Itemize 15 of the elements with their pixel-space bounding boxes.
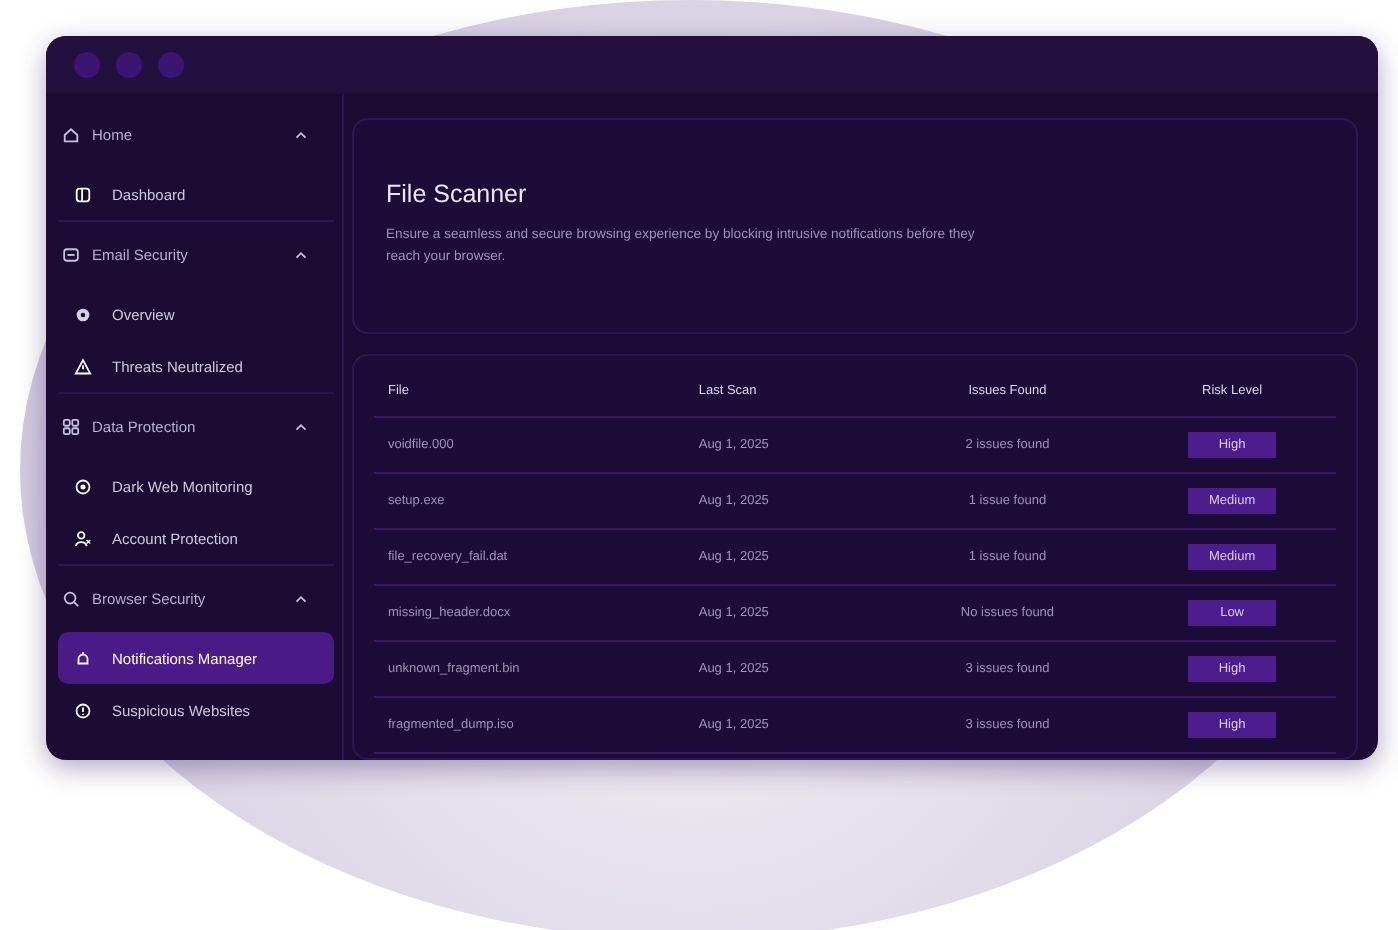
item-icon [74,305,92,323]
page-title: File Scanner [386,180,529,208]
window-control-icon[interactable] [74,52,100,78]
item-icon [74,477,92,495]
section-icon [62,590,80,608]
window-control-icon[interactable] [116,52,142,78]
section-icon [62,418,80,436]
item-icon [74,357,92,375]
section-icon [62,126,80,144]
item-icon [74,185,92,203]
item-icon [74,649,92,667]
window-control-icon[interactable] [158,52,184,78]
item-icon [74,529,92,547]
section-icon [62,246,80,264]
item-icon [74,701,92,719]
